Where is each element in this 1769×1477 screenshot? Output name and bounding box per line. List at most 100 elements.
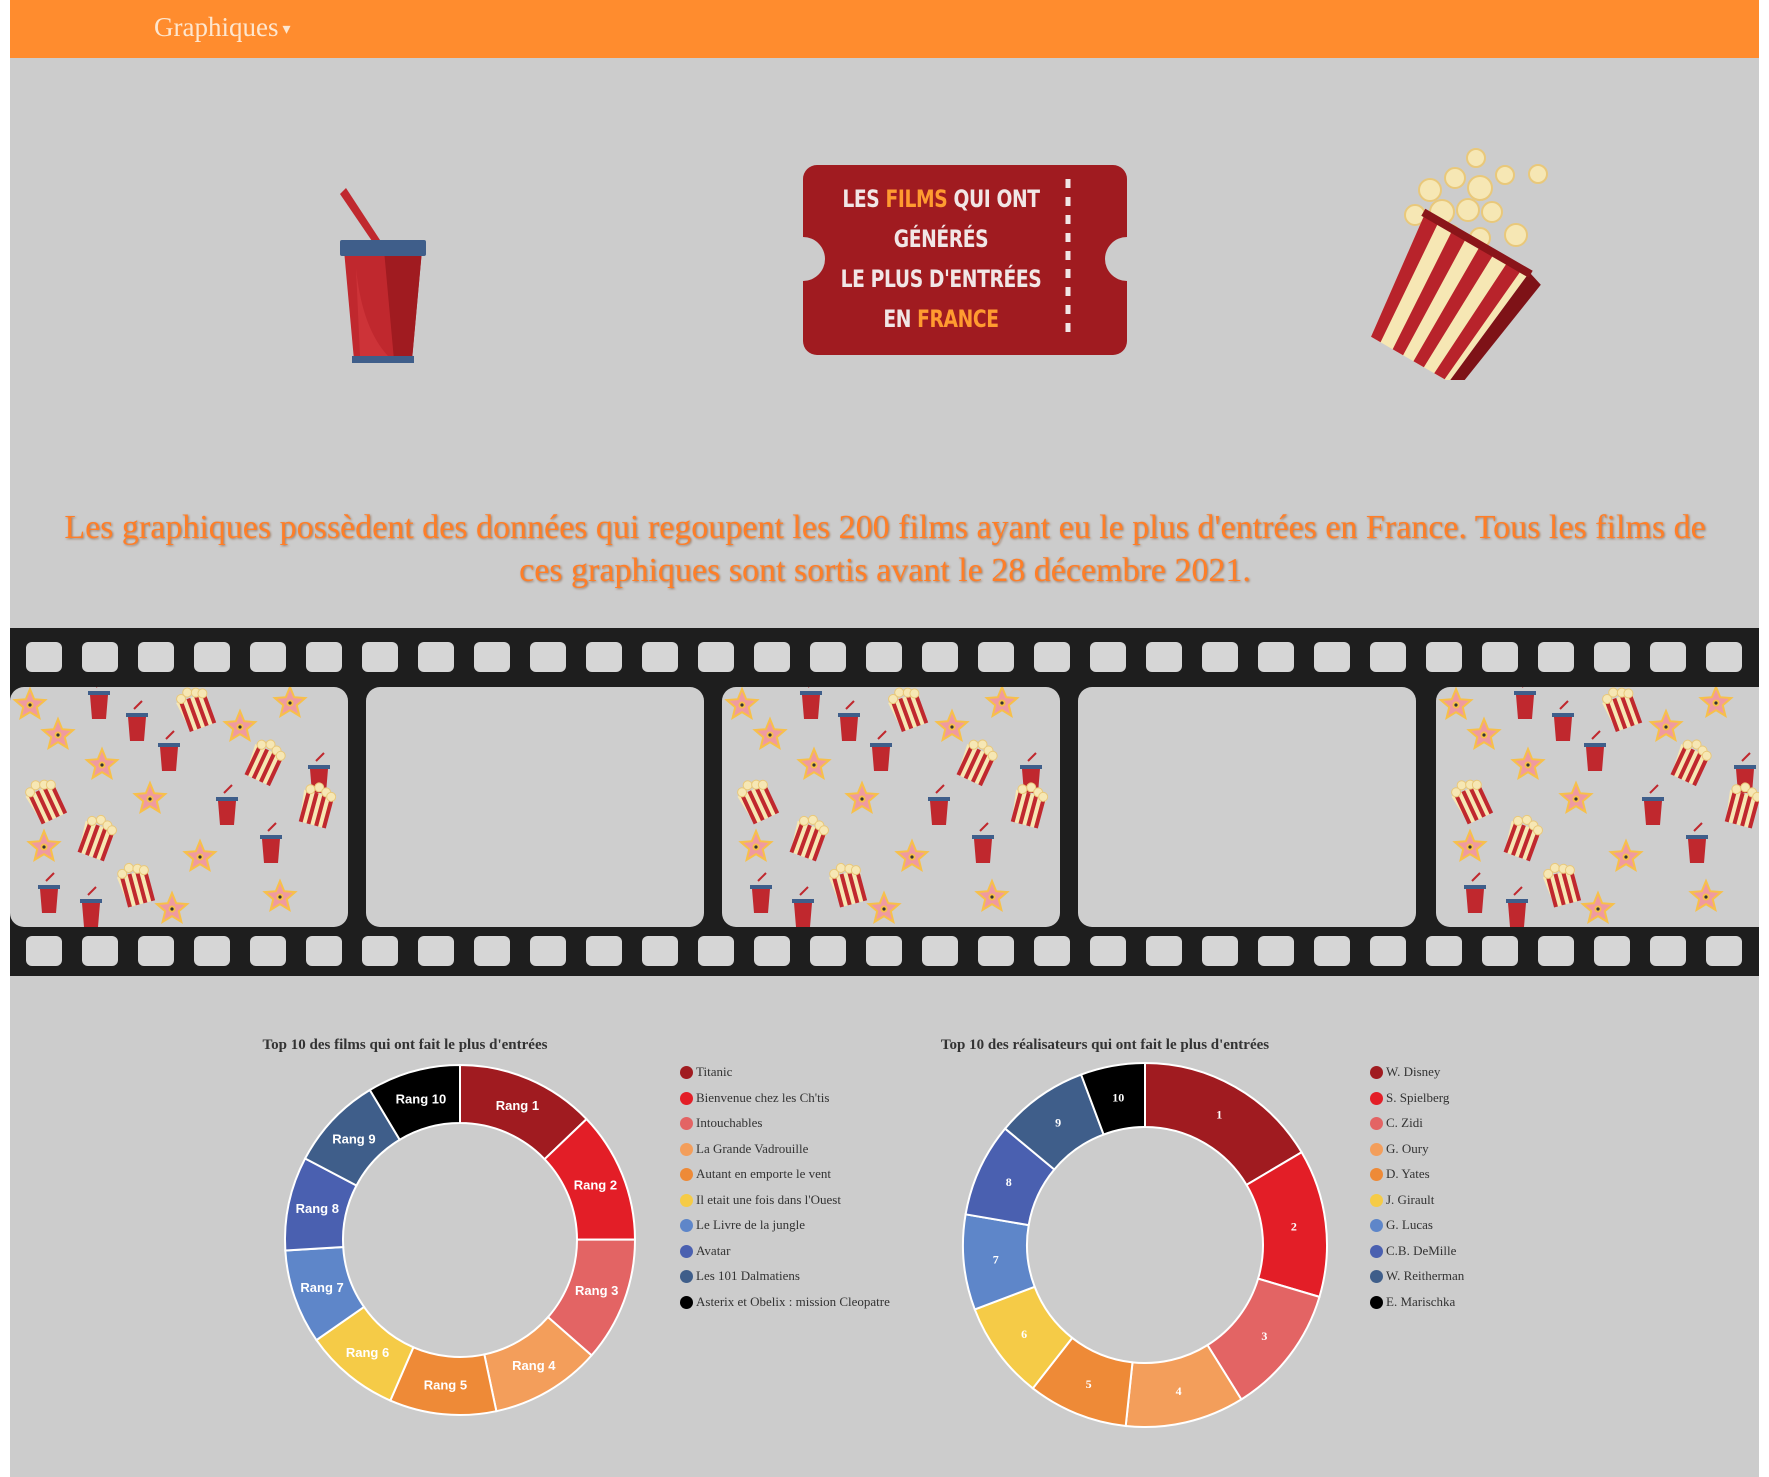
legend-item[interactable]: G. Oury — [1370, 1141, 1464, 1167]
film-hole — [1314, 936, 1350, 966]
film-hole — [1258, 936, 1294, 966]
film-hole — [1146, 642, 1182, 672]
film-hole — [642, 642, 678, 672]
chart1-donut: Rang 1 Rang 2 Rang 3 Rang 4 Rang 5 Rang 6 Rang… — [284, 1063, 637, 1416]
legend-label: G. Oury — [1386, 1140, 1429, 1156]
film-hole — [1202, 642, 1238, 672]
film-hole — [1314, 642, 1350, 672]
legend-item[interactable]: Titanic — [680, 1064, 890, 1090]
film-hole — [26, 936, 62, 966]
film-frame-pattern — [1436, 687, 1759, 927]
legend-item[interactable]: Les 101 Dalmatiens — [680, 1268, 890, 1294]
film-hole — [362, 642, 398, 672]
legend-item[interactable]: W. Reitherman — [1370, 1268, 1464, 1294]
legend-item[interactable]: Bienvenue chez les Ch'tis — [680, 1090, 890, 1116]
legend-item[interactable]: Il etait une fois dans l'Ouest — [680, 1192, 890, 1218]
legend-swatch — [1370, 1244, 1383, 1258]
film-hole — [1706, 642, 1742, 672]
legend-swatch — [680, 1193, 693, 1207]
legend-label: Intouchables — [696, 1115, 763, 1130]
ticket-line1-end: qui ont — [947, 185, 1040, 213]
film-hole — [362, 936, 398, 966]
film-hole — [978, 642, 1014, 672]
film-hole — [586, 936, 622, 966]
slice-label-10: 10 — [1112, 1090, 1124, 1104]
film-hole — [474, 936, 510, 966]
legend-label: Asterix et Obelix : mission Cleopatre — [696, 1293, 890, 1309]
legend-swatch — [680, 1270, 693, 1283]
chevron-down-icon: ▾ — [282, 21, 291, 38]
film-hole — [194, 936, 230, 966]
legend-label: G. Lucas — [1386, 1217, 1433, 1232]
legend-label: Titanic — [696, 1064, 733, 1079]
film-hole — [530, 936, 566, 966]
legend-item[interactable]: Le Livre de la jungle — [680, 1217, 890, 1243]
legend-label: Avatar — [696, 1242, 731, 1258]
film-hole — [1426, 936, 1462, 966]
legend-item[interactable]: La Grande Vadrouille — [680, 1141, 890, 1167]
film-hole — [1650, 936, 1686, 966]
legend-item[interactable]: Avatar — [680, 1243, 890, 1269]
graphiques-menu-label: Graphiques — [154, 12, 279, 42]
legend-item[interactable]: C. Zidi — [1370, 1115, 1464, 1141]
film-hole — [1594, 936, 1630, 966]
legend-item[interactable]: W. Disney — [1370, 1064, 1464, 1090]
legend-swatch — [680, 1219, 693, 1232]
legend-swatch — [680, 1091, 693, 1105]
legend-swatch — [1370, 1219, 1383, 1232]
film-hole — [250, 642, 286, 672]
film-hole — [1090, 642, 1126, 672]
legend-swatch — [1370, 1066, 1383, 1079]
chart2-title: Top 10 des réalisateurs qui ont fait le … — [940, 1037, 1270, 1053]
film-hole — [866, 642, 902, 672]
slice-label-7: Rang 7 — [300, 1280, 343, 1295]
slice-label-1: Rang 1 — [496, 1098, 539, 1113]
legend-label: D. Yates — [1386, 1166, 1430, 1181]
legend-swatch — [1370, 1295, 1383, 1309]
legend-item[interactable]: Autant en emporte le vent — [680, 1166, 890, 1192]
slice-label-9: Rang 9 — [332, 1132, 375, 1147]
legend-item[interactable]: Asterix et Obelix : mission Cleopatre — [680, 1294, 890, 1320]
slice-label-8: 8 — [1006, 1175, 1012, 1189]
legend-label: Bienvenue chez les Ch'tis — [696, 1089, 830, 1105]
legend-item[interactable]: C.B. DeMille — [1370, 1243, 1464, 1269]
ticket-text: Les films qui ont générés le plus d'entr… — [833, 179, 1048, 339]
ticket-line4-text: en — [883, 305, 918, 333]
legend-item[interactable]: Intouchables — [680, 1115, 890, 1141]
legend-swatch — [1370, 1117, 1383, 1130]
graphiques-menu[interactable]: Graphiques ▾ — [154, 12, 291, 43]
ticket-line3: le plus d'entrées — [840, 265, 1042, 293]
film-hole — [194, 642, 230, 672]
legend-item[interactable]: E. Marischka — [1370, 1294, 1464, 1320]
ticket-title: Les films qui ont générés le plus d'entr… — [803, 165, 1127, 355]
film-hole — [1426, 642, 1462, 672]
slice-label-10: Rang 10 — [396, 1091, 447, 1106]
slice-label-3: Rang 3 — [575, 1283, 618, 1298]
legend-swatch — [1370, 1168, 1383, 1181]
chart1-legend: Titanic Bienvenue chez les Ch'tis Intoucha… — [680, 1064, 890, 1319]
ticket-line1-highlight: films — [885, 185, 948, 213]
film-hole — [418, 936, 454, 966]
legend-swatch — [1370, 1091, 1383, 1105]
legend-label: Autant en emporte le vent — [696, 1166, 832, 1181]
legend-item[interactable]: D. Yates — [1370, 1166, 1464, 1192]
film-hole — [810, 936, 846, 966]
film-hole — [1370, 936, 1406, 966]
film-hole — [642, 936, 678, 966]
film-hole — [82, 936, 118, 966]
intro-text: Les graphiques possèdent des données qui… — [64, 509, 1706, 589]
legend-item[interactable]: G. Lucas — [1370, 1217, 1464, 1243]
film-hole — [250, 936, 286, 966]
film-strip — [10, 628, 1759, 976]
legend-item[interactable]: J. Girault — [1370, 1192, 1464, 1218]
film-hole — [922, 936, 958, 966]
legend-label: La Grande Vadrouille — [696, 1140, 809, 1156]
legend-swatch — [1370, 1193, 1383, 1207]
film-frame-empty — [366, 687, 704, 927]
legend-item[interactable]: S. Spielberg — [1370, 1090, 1464, 1116]
slice-label-2: 2 — [1291, 1220, 1297, 1234]
legend-label: Les 101 Dalmatiens — [696, 1268, 800, 1283]
film-hole — [866, 936, 902, 966]
film-hole — [922, 642, 958, 672]
film-hole — [754, 642, 790, 672]
